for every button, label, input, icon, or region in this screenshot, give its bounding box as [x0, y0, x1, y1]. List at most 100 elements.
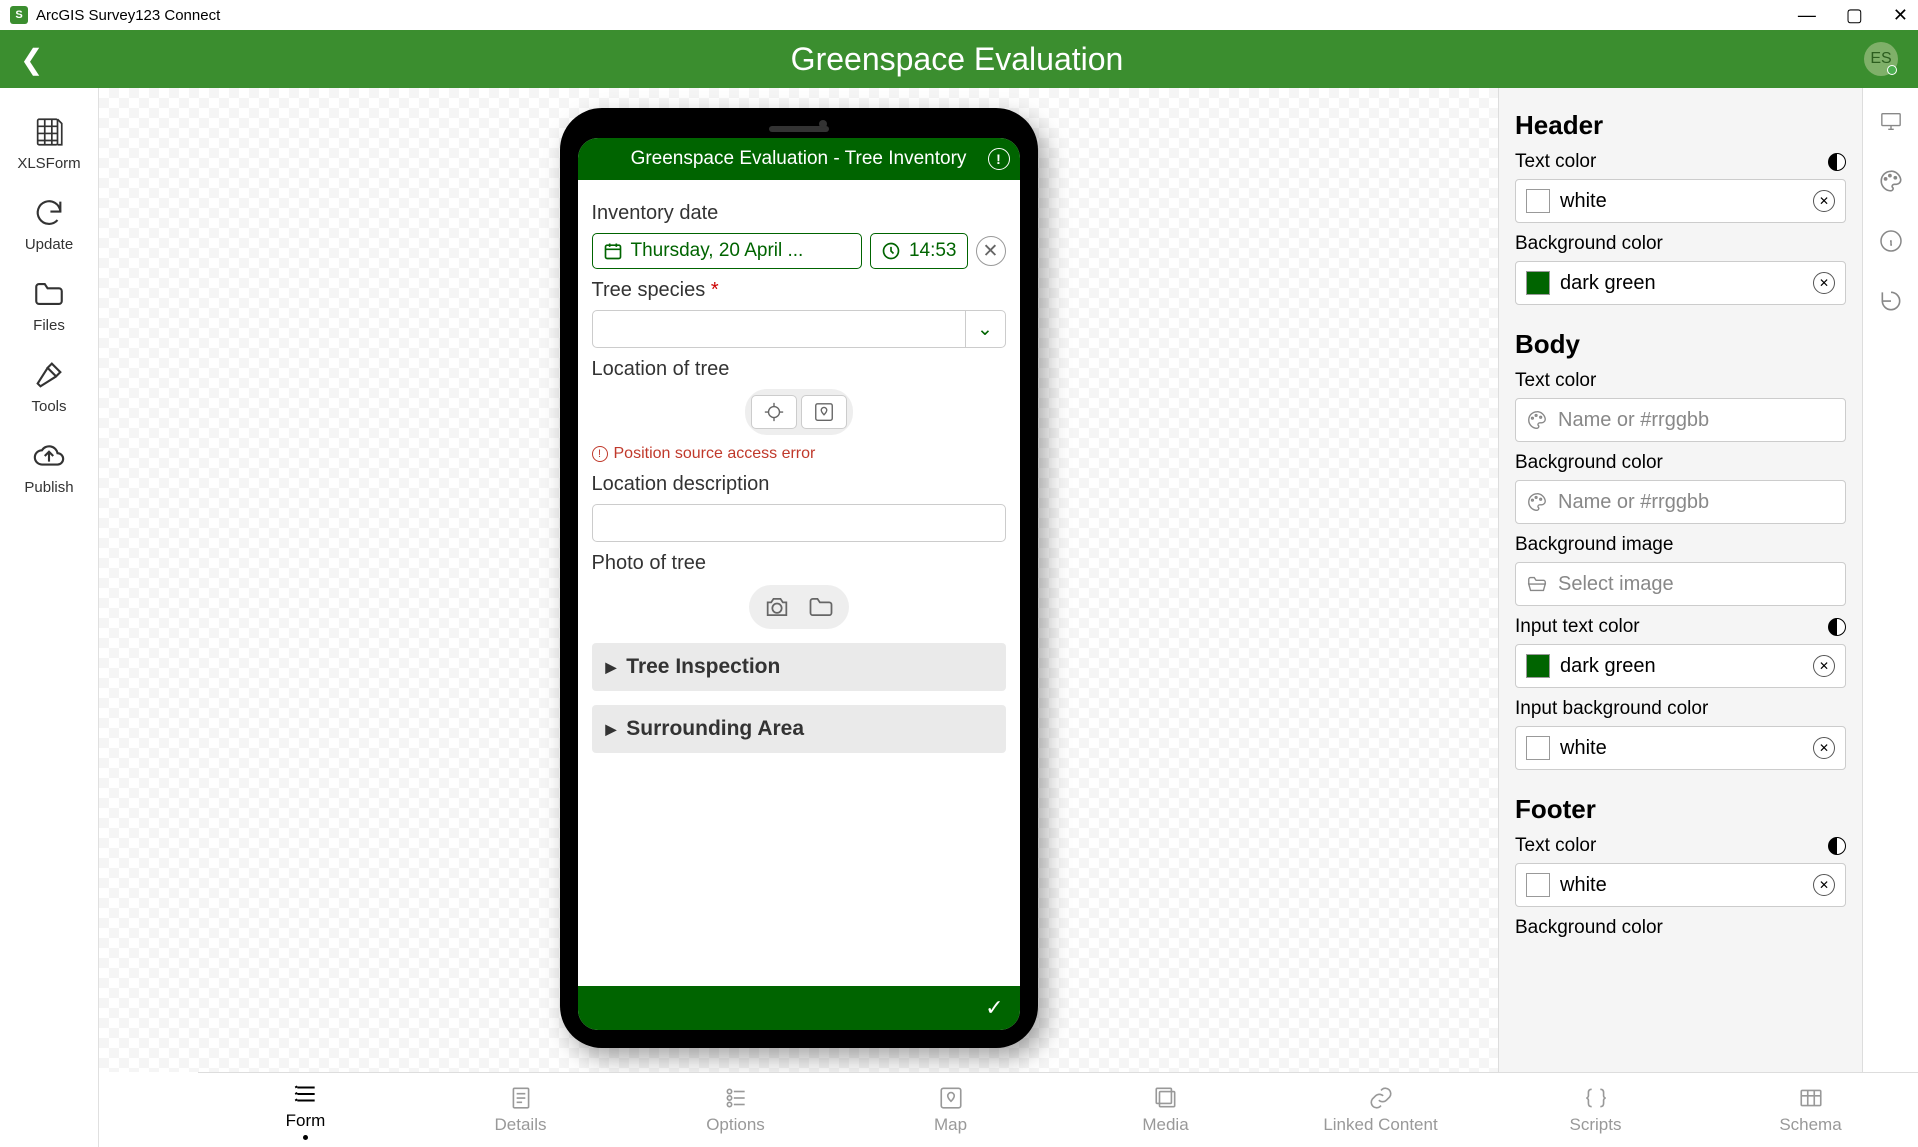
clear-button[interactable]: ✕: [1813, 737, 1835, 759]
app-name: ArcGIS Survey123 Connect: [36, 7, 220, 24]
label-input-bg-color: Input background color: [1515, 698, 1846, 720]
input-footer-text-color[interactable]: white ✕: [1515, 863, 1846, 907]
clear-button[interactable]: ✕: [1813, 874, 1835, 896]
gps-locate-button[interactable]: [751, 395, 797, 429]
field-label-tree-species: Tree species *: [592, 279, 1006, 302]
form-info-icon[interactable]: !: [988, 148, 1010, 170]
media-icon: [1153, 1085, 1179, 1111]
time-input[interactable]: 14:53: [870, 233, 968, 269]
tab-scripts[interactable]: Scripts: [1488, 1073, 1703, 1147]
link-icon: [1368, 1085, 1394, 1111]
app-header: ❮ Greenspace Evaluation ES: [0, 30, 1918, 88]
avatar[interactable]: ES: [1864, 42, 1898, 76]
label-header-text-color: Text color: [1515, 151, 1846, 173]
location-description-input[interactable]: [592, 504, 1006, 542]
folder-open-icon: [1526, 573, 1548, 595]
close-button[interactable]: ✕: [1893, 5, 1908, 26]
input-header-bg-color[interactable]: dark green ✕: [1515, 261, 1846, 305]
maximize-button[interactable]: ▢: [1846, 5, 1863, 26]
input-input-bg-color[interactable]: white ✕: [1515, 726, 1846, 770]
undo-icon[interactable]: [1878, 288, 1904, 314]
tab-map[interactable]: Map: [843, 1073, 1058, 1147]
section-header-title: Header: [1515, 110, 1846, 141]
palette-icon[interactable]: [1878, 168, 1904, 194]
clock-icon: [881, 241, 901, 261]
input-body-bg-image[interactable]: Select image: [1515, 562, 1846, 606]
page-title: Greenspace Evaluation: [50, 41, 1864, 78]
color-swatch: [1526, 654, 1550, 678]
folder-browse-icon[interactable]: [805, 593, 837, 621]
section-surrounding-area[interactable]: ▶ Surrounding Area: [592, 705, 1006, 753]
date-input[interactable]: Thursday, 20 April ...: [592, 233, 862, 269]
input-input-text-color[interactable]: dark green ✕: [1515, 644, 1846, 688]
form-icon: [293, 1081, 319, 1107]
minimize-button[interactable]: —: [1798, 5, 1816, 26]
clear-button[interactable]: ✕: [1813, 190, 1835, 212]
contrast-icon[interactable]: [1828, 153, 1846, 171]
spreadsheet-icon: [32, 115, 66, 149]
far-right-toolbar: [1862, 88, 1918, 1072]
schema-icon: [1798, 1085, 1824, 1111]
info-icon[interactable]: [1878, 228, 1904, 254]
tab-linked-content[interactable]: Linked Content: [1273, 1073, 1488, 1147]
sidebar-item-files[interactable]: Files: [0, 265, 98, 346]
folder-icon: [32, 277, 66, 311]
palette-icon: [1526, 409, 1548, 431]
form-footer: ✓: [578, 986, 1020, 1030]
sidebar-item-tools[interactable]: Tools: [0, 346, 98, 427]
sidebar-label: Tools: [31, 398, 66, 415]
input-body-text-color[interactable]: Name or #rrggbb: [1515, 398, 1846, 442]
camera-icon[interactable]: [761, 593, 793, 621]
map-locate-button[interactable]: [801, 395, 847, 429]
back-button[interactable]: ❮: [20, 43, 50, 76]
left-sidebar: XLSForm Update Files Tools Publish: [0, 88, 99, 1147]
label-footer-text-color: Text color: [1515, 835, 1846, 857]
scripts-icon: [1583, 1085, 1609, 1111]
style-panel: Header Text color white ✕ Background col…: [1498, 88, 1862, 1072]
color-swatch: [1526, 736, 1550, 760]
label-header-bg-color: Background color: [1515, 233, 1846, 255]
clear-button[interactable]: ✕: [1813, 655, 1835, 677]
sidebar-item-update[interactable]: Update: [0, 184, 98, 265]
clear-date-button[interactable]: ✕: [976, 236, 1006, 266]
time-value: 14:53: [909, 240, 957, 262]
label-body-bg-image: Background image: [1515, 534, 1846, 556]
bottom-tabs: Form Details Options Map Media Linke: [198, 1072, 1918, 1147]
section-tree-inspection[interactable]: ▶ Tree Inspection: [592, 643, 1006, 691]
tab-media[interactable]: Media: [1058, 1073, 1273, 1147]
date-value: Thursday, 20 April ...: [631, 240, 804, 262]
options-icon: [723, 1085, 749, 1111]
color-swatch: [1526, 189, 1550, 213]
tab-details[interactable]: Details: [413, 1073, 628, 1147]
titlebar: S ArcGIS Survey123 Connect — ▢ ✕: [0, 0, 1918, 30]
map-pin-icon: [813, 401, 835, 423]
section-footer-title: Footer: [1515, 794, 1846, 825]
field-label-photo: Photo of tree: [592, 552, 1006, 575]
tab-schema[interactable]: Schema: [1703, 1073, 1918, 1147]
calendar-icon: [603, 241, 623, 261]
label-body-bg-color: Background color: [1515, 452, 1846, 474]
input-body-bg-color[interactable]: Name or #rrggbb: [1515, 480, 1846, 524]
section-body-title: Body: [1515, 329, 1846, 360]
label-body-text-color: Text color: [1515, 370, 1846, 392]
monitor-icon[interactable]: [1878, 108, 1904, 134]
input-header-text-color[interactable]: white ✕: [1515, 179, 1846, 223]
tab-form[interactable]: Form: [198, 1073, 413, 1147]
sidebar-item-publish[interactable]: Publish: [0, 427, 98, 508]
submit-check-icon[interactable]: ✓: [985, 995, 1003, 1021]
contrast-icon[interactable]: [1828, 837, 1846, 855]
hammer-icon: [32, 358, 66, 392]
tree-species-select[interactable]: ⌄: [592, 310, 1006, 348]
preview-canvas: Greenspace Evaluation - Tree Inventory !…: [99, 88, 1498, 1072]
app-icon: S: [10, 6, 28, 24]
label-footer-bg-color: Background color: [1515, 917, 1846, 939]
field-label-location-desc: Location description: [592, 473, 1006, 496]
clear-button[interactable]: ✕: [1813, 272, 1835, 294]
location-error: ! Position source access error: [592, 445, 1006, 463]
form-title: Greenspace Evaluation - Tree Inventory: [631, 148, 967, 170]
triangle-right-icon: ▶: [606, 659, 617, 676]
error-icon: !: [592, 446, 608, 462]
sidebar-item-xlsform[interactable]: XLSForm: [0, 103, 98, 184]
tab-options[interactable]: Options: [628, 1073, 843, 1147]
contrast-icon[interactable]: [1828, 618, 1846, 636]
